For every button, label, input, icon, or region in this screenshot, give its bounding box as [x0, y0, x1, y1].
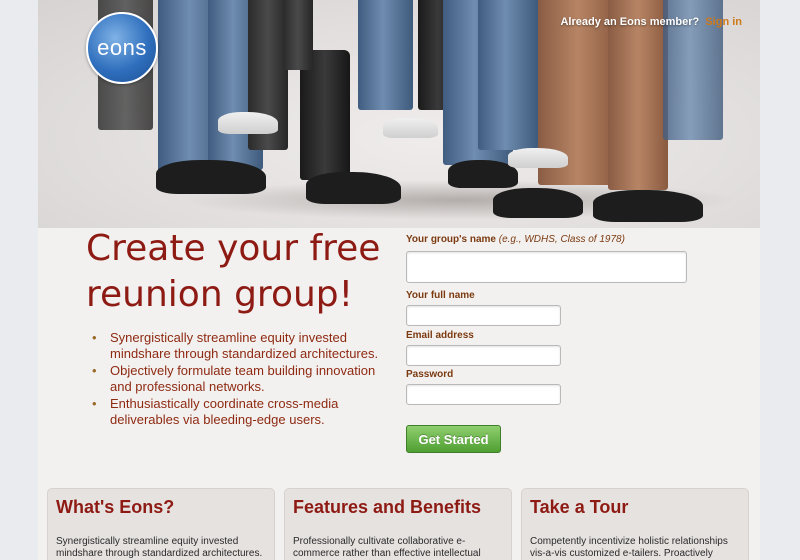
panel-title[interactable]: What's Eons?: [56, 497, 266, 518]
get-started-button[interactable]: Get Started: [406, 425, 501, 453]
password-label: Password: [406, 369, 454, 380]
list-item: Enthusiastically coordinate cross-media …: [92, 396, 382, 428]
logo-text: eons: [97, 35, 147, 60]
list-item: Objectively formulate team building inno…: [92, 363, 382, 395]
page-headline: Create your free reunion group!: [86, 228, 381, 315]
panel-take-a-tour: Take a Tour Competently incentivize holi…: [521, 488, 749, 560]
group-name-hint: (e.g., WDHS, Class of 1978): [498, 234, 625, 245]
signin-link[interactable]: Sign in: [705, 16, 742, 28]
feature-bullet-list: Synergistically streamline equity invest…: [92, 330, 382, 429]
panel-features-benefits: Features and Benefits Professionally cul…: [284, 488, 512, 560]
panel-whats-eons: What's Eons? Synergistically streamline …: [47, 488, 275, 560]
email-label: Email address: [406, 330, 474, 341]
group-name-label-text: Your group's name: [406, 234, 496, 245]
group-name-input[interactable]: [406, 251, 687, 283]
full-name-input[interactable]: [406, 305, 561, 326]
signin-area: Already an Eons member? Sign in: [560, 16, 742, 28]
panel-title[interactable]: Features and Benefits: [293, 497, 503, 518]
hero-photo: eons Already an Eons member? Sign in: [38, 0, 760, 228]
panel-text: Professionally cultivate collaborative e…: [293, 536, 481, 559]
email-input[interactable]: [406, 345, 561, 366]
page-container: eons Already an Eons member? Sign in Cre…: [38, 0, 760, 560]
signin-prompt: Already an Eons member?: [560, 16, 700, 28]
eons-logo[interactable]: eons: [86, 12, 158, 84]
password-input[interactable]: [406, 384, 561, 405]
list-item: Synergistically streamline equity invest…: [92, 330, 382, 362]
panel-text: Competently incentivize holistic relatio…: [530, 536, 728, 559]
panel-text: Synergistically streamline equity invest…: [56, 536, 263, 559]
full-name-label: Your full name: [406, 290, 475, 301]
group-name-label: Your group's name (e.g., WDHS, Class of …: [406, 234, 625, 245]
panel-title[interactable]: Take a Tour: [530, 497, 740, 518]
